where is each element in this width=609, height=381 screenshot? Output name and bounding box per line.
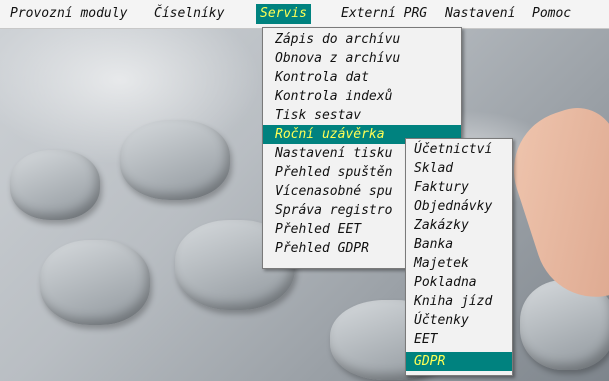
menu-item-label: Obnova z archívu <box>275 51 401 66</box>
finger-image <box>498 97 609 313</box>
menu-ciselniky[interactable]: Číselníky <box>150 4 228 24</box>
menu-item-label: Roční uzávěrka <box>275 127 385 142</box>
menu-item-label: Kontrola dat <box>275 70 369 85</box>
menu-item-label: Správa registro <box>275 203 393 218</box>
submenu-item-label: GDPR <box>414 354 446 369</box>
menu-item-obnova-z-archivu[interactable]: Obnova z archívu <box>263 49 461 68</box>
submenu-item-ucetnictvi[interactable]: Účetnictví <box>406 140 512 159</box>
menu-provozni-moduly[interactable]: Provozní moduly <box>6 4 131 24</box>
menu-item-label: Kontrola indexů <box>275 89 393 104</box>
menu-externi-prg[interactable]: Externí PRG <box>337 4 431 24</box>
submenu-item-objednavky[interactable]: Objednávky <box>406 197 512 216</box>
submenu-item-zakazky[interactable]: Zakázky <box>406 216 512 235</box>
submenu-item-pokladna[interactable]: Pokladna <box>406 273 512 292</box>
submenu-item-majetek[interactable]: Majetek <box>406 254 512 273</box>
submenu-item-label: Zakázky <box>414 218 469 233</box>
menu-item-label: Zápis do archívu <box>275 32 401 47</box>
submenu-item-label: EET <box>414 332 438 347</box>
submenu-item-label: Pokladna <box>414 275 477 290</box>
calculator-key-image <box>10 150 100 220</box>
menu-item-label: Tisk sestav <box>275 108 362 123</box>
submenu-item-uctenky[interactable]: Účtenky <box>406 311 512 330</box>
menu-item-tisk-sestav[interactable]: Tisk sestav <box>263 106 461 125</box>
submenu-item-label: Účetnictví <box>414 142 493 157</box>
menu-item-label: Přehled spuštěn <box>275 165 393 180</box>
calculator-key-image <box>120 120 230 200</box>
menu-bar: Provozní moduly Číselníky Servis Externí… <box>0 0 609 29</box>
menu-nastaveni[interactable]: Nastavení <box>441 4 519 24</box>
menu-item-kontrola-indexu[interactable]: Kontrola indexů <box>263 87 461 106</box>
submenu-item-gdpr[interactable]: GDPR <box>406 352 512 371</box>
menu-item-label: Přehled GDPR <box>275 241 369 256</box>
submenu-item-sklad[interactable]: Sklad <box>406 159 512 178</box>
submenu-item-banka[interactable]: Banka <box>406 235 512 254</box>
submenu-item-label: Objednávky <box>414 199 493 214</box>
menu-item-label: Nastavení tisku <box>275 146 393 161</box>
submenu-item-label: Faktury <box>414 180 469 195</box>
menu-item-kontrola-dat[interactable]: Kontrola dat <box>263 68 461 87</box>
menu-item-label: Přehled EET <box>275 222 362 237</box>
submenu-item-label: Majetek <box>414 256 469 271</box>
menu-item-label: Vícenasobné spu <box>275 184 393 199</box>
submenu-item-faktury[interactable]: Faktury <box>406 178 512 197</box>
menu-item-zapis-do-archivu[interactable]: Zápis do archívu <box>263 30 461 49</box>
rocni-uzaverka-submenu: Účetnictví Sklad Faktury Objednávky Zaká… <box>405 138 513 376</box>
menu-servis[interactable]: Servis <box>256 4 311 24</box>
submenu-item-label: Sklad <box>414 161 454 176</box>
submenu-item-label: Kniha jízd <box>414 294 493 309</box>
submenu-item-kniha-jizd[interactable]: Kniha jízd <box>406 292 512 311</box>
menu-pomoc[interactable]: Pomoc <box>528 4 575 24</box>
submenu-item-eet[interactable]: EET <box>406 330 512 349</box>
calculator-key-image <box>40 240 150 325</box>
submenu-item-label: Banka <box>414 237 454 252</box>
submenu-item-label: Účtenky <box>414 313 469 328</box>
